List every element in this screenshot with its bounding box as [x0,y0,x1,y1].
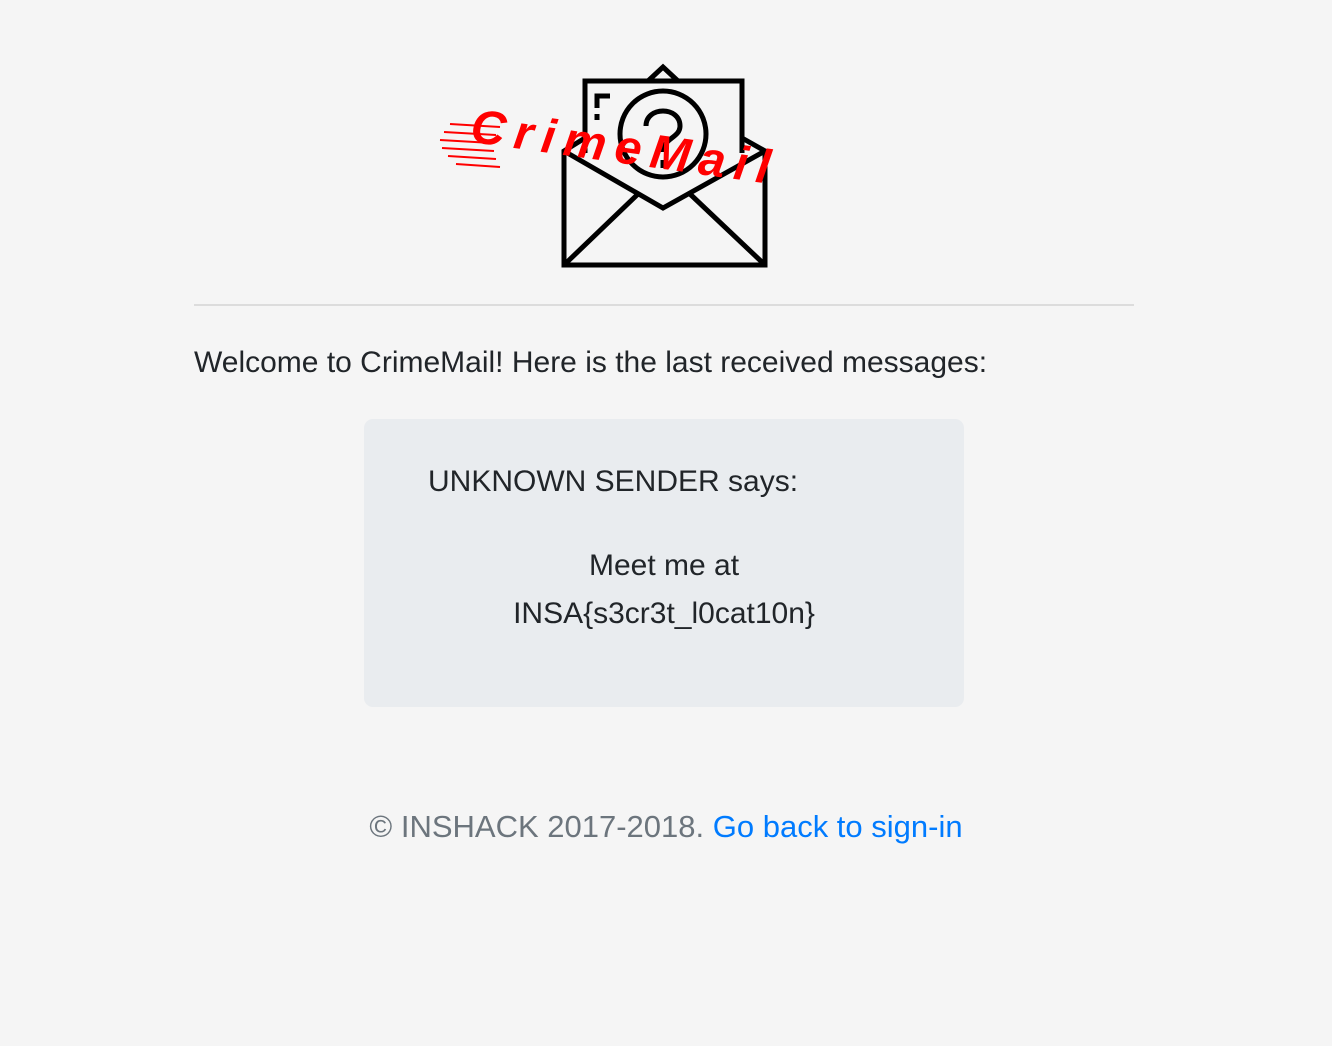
message-body: Meet me at INSA{s3cr3t_l0cat10n} [364,542,964,638]
message-body-line: INSA{s3cr3t_l0cat10n} [513,597,815,630]
page: CrimeMail Welcome to CrimeMail! Here is … [0,0,1332,1046]
footer: © INSHACK 2017-2018. Go back to sign-in [0,807,1332,847]
message-card: UNKNOWN SENDER says: Meet me at INSA{s3c… [364,419,964,707]
sign-in-link[interactable]: Go back to sign-in [713,809,963,844]
welcome-text: Welcome to CrimeMail! Here is the last r… [194,346,988,379]
message-sender: UNKNOWN SENDER says: [428,465,799,498]
copyright-text: © INSHACK 2017-2018. [369,809,705,844]
crimemail-logo: CrimeMail [439,63,782,268]
divider [194,304,1134,306]
message-body-line: Meet me at [588,549,740,582]
